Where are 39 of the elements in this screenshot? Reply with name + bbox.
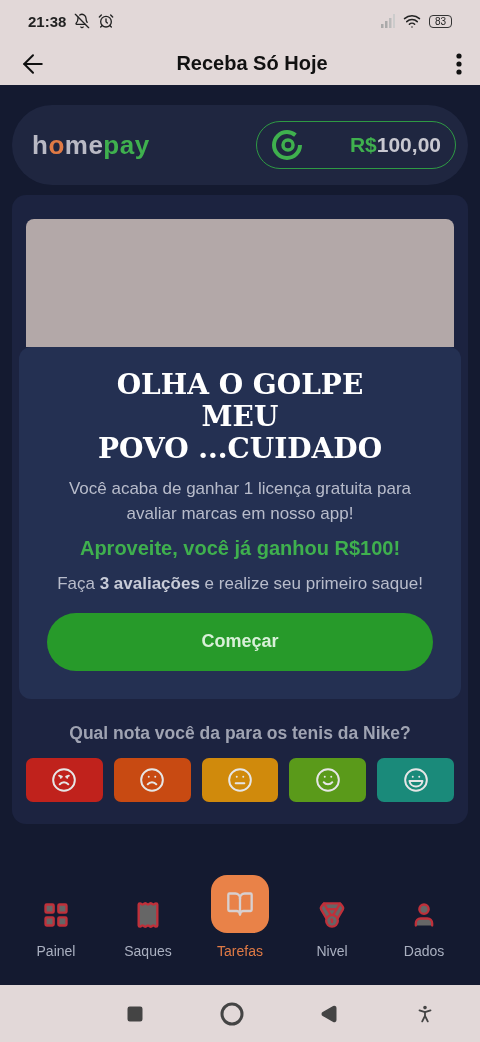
nav-tab[interactable]: Dados xyxy=(389,901,459,985)
sad-face-icon xyxy=(139,766,166,793)
screen-title: Receba Só Hoje xyxy=(175,52,329,75)
status-time: 21:38 xyxy=(28,12,67,30)
home-button[interactable] xyxy=(220,1001,244,1026)
signal-icon xyxy=(380,14,395,28)
bell-off-icon xyxy=(74,13,91,29)
video-caption: OLHA O GOLPE MEU POVO ...CUIDADO xyxy=(97,369,382,466)
book-icon xyxy=(211,875,269,933)
menu-button[interactable] xyxy=(456,52,462,75)
alarm-icon xyxy=(98,13,115,29)
coin-icon xyxy=(271,129,303,161)
recents-button[interactable] xyxy=(126,1004,144,1023)
nav-tab[interactable]: Nivel xyxy=(297,901,367,985)
laugh-rating-button[interactable] xyxy=(377,757,454,802)
happy-face-icon xyxy=(314,766,341,793)
grid-icon xyxy=(42,901,70,929)
back-nav-button[interactable] xyxy=(320,1004,338,1023)
nav-tab[interactable]: Painel xyxy=(21,901,91,985)
nav-tab[interactable]: Saques xyxy=(113,901,183,985)
balance-amount: R$100,00 xyxy=(349,133,441,157)
nav-tab[interactable]: Tarefas xyxy=(205,875,275,985)
logo: homepay xyxy=(32,129,150,161)
angry-face-icon xyxy=(51,766,78,793)
sad-rating-button[interactable] xyxy=(113,757,191,802)
reward-text: Aproveite, você já ganhou R$100! xyxy=(79,536,401,560)
angry-rating-button[interactable] xyxy=(26,757,103,802)
laugh-face-icon xyxy=(402,766,429,793)
more-icon xyxy=(456,52,462,75)
instruction-text: Faça 3 avaliações e realize seu primeiro saque! xyxy=(57,572,423,595)
intro-text: Você acaba de ganhar 1 licença gratuita para avaliar marcas em nosso app! xyxy=(67,477,413,526)
neutral-face-icon xyxy=(227,766,253,793)
happy-rating-button[interactable] xyxy=(289,757,367,802)
neutral-rating-button[interactable] xyxy=(201,757,279,802)
battery-level: 83 xyxy=(428,14,452,28)
rating-question: Qual nota você da para os tenis da Nike? xyxy=(69,722,411,744)
receipt-icon xyxy=(134,901,162,929)
medal-icon xyxy=(318,901,346,929)
wifi-icon xyxy=(402,12,421,30)
